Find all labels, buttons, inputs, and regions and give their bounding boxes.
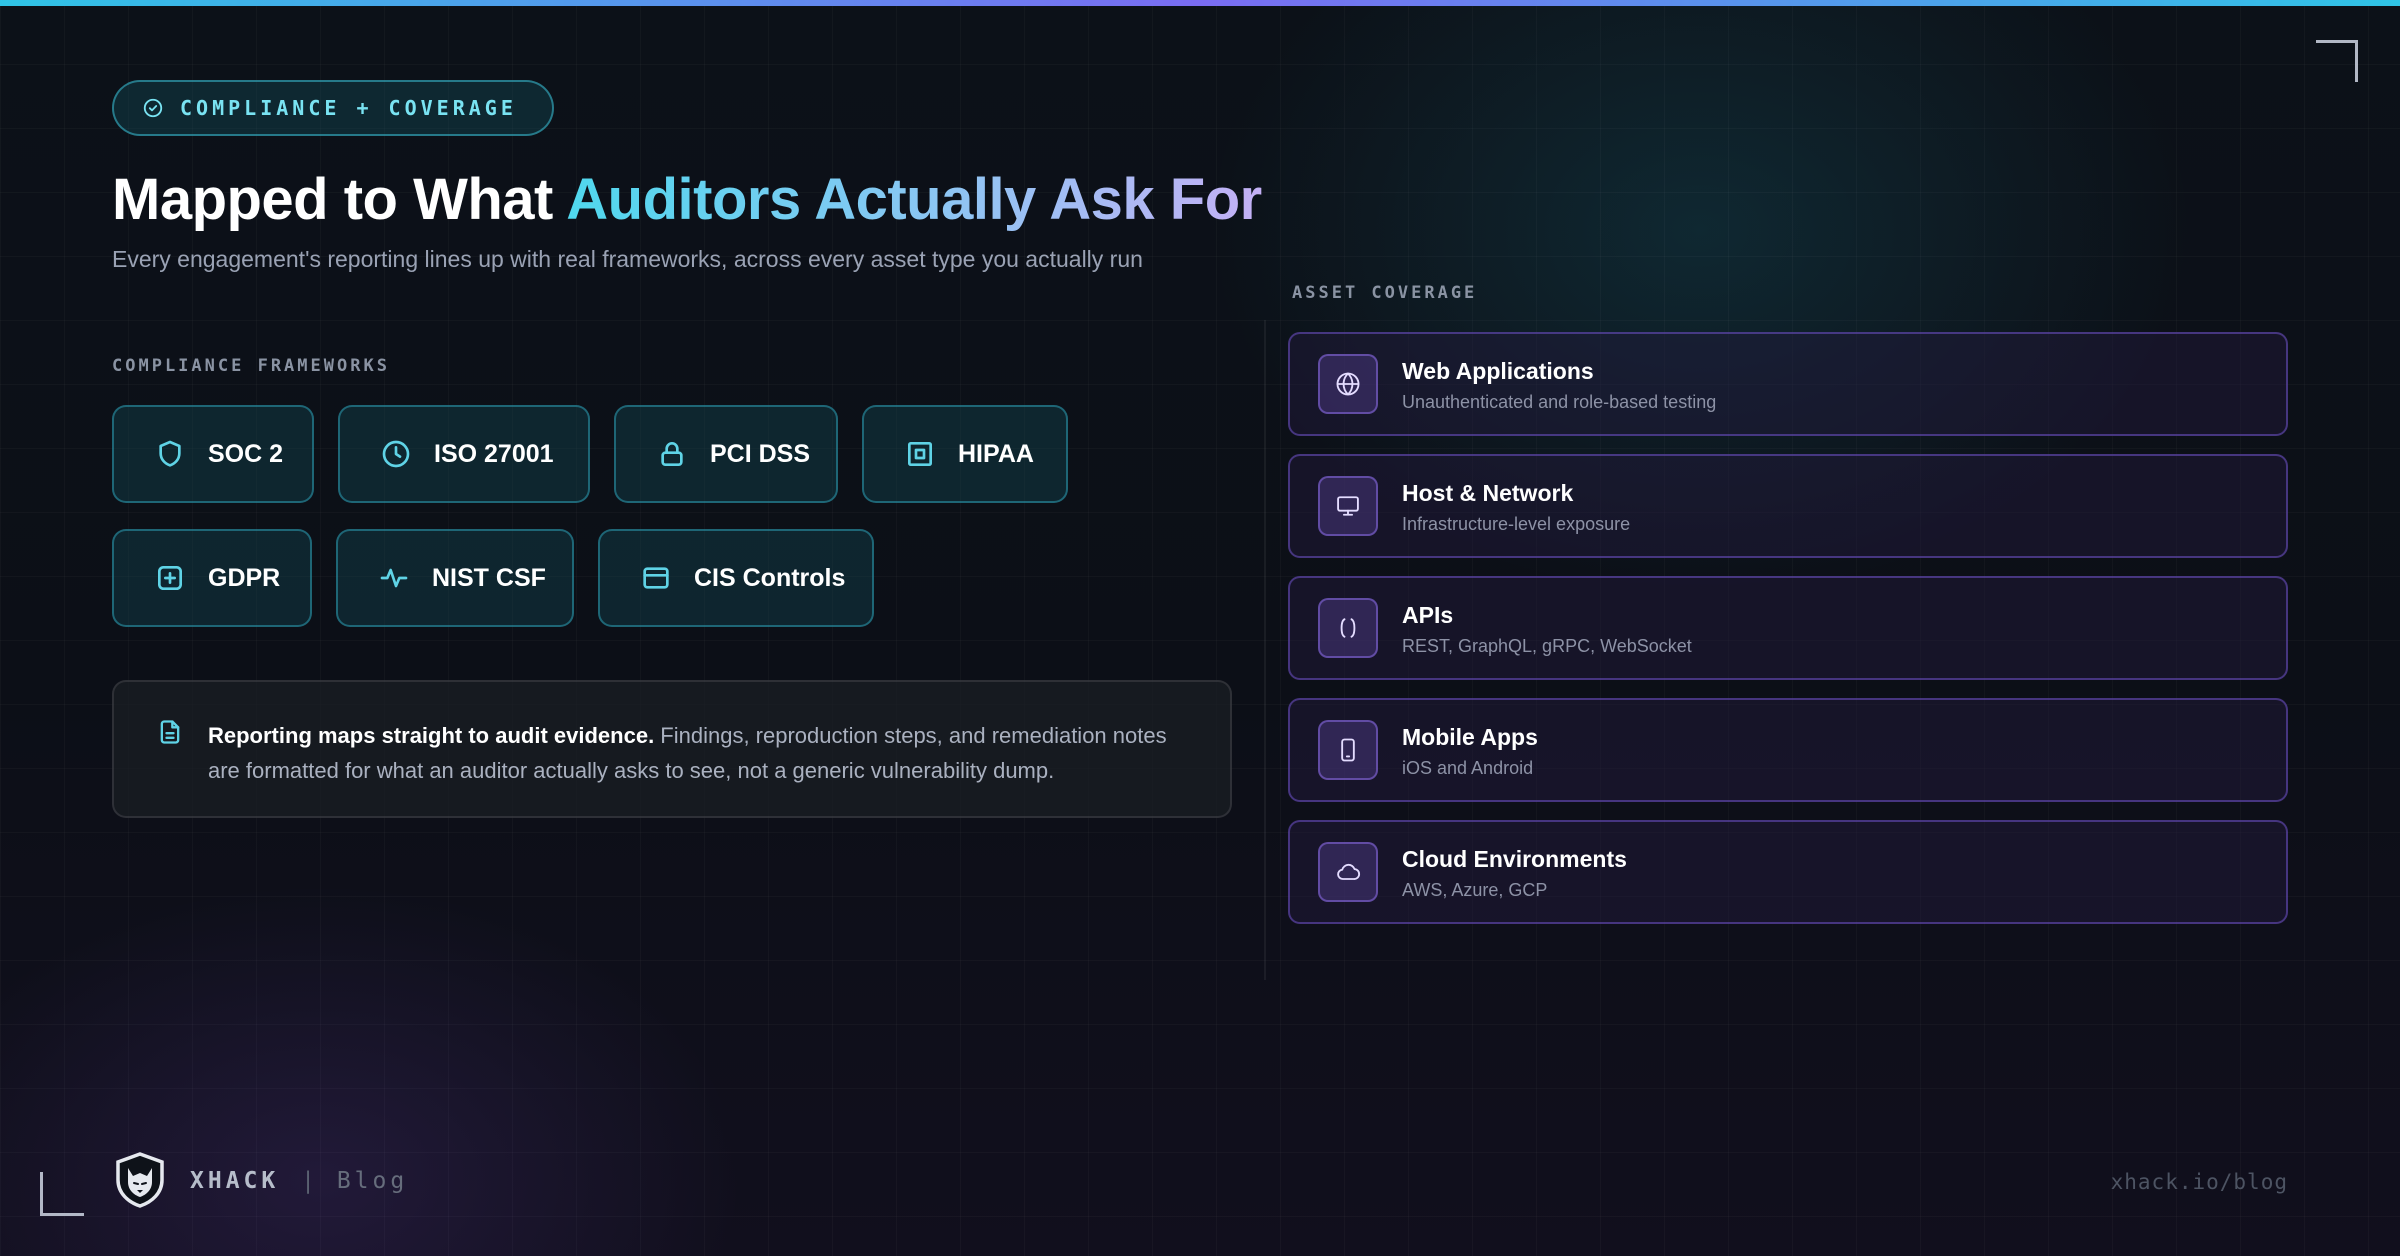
note-text: Reporting maps straight to audit evidenc… — [208, 718, 1170, 816]
asset-icon-box — [1318, 720, 1378, 780]
asset-icon-box — [1318, 476, 1378, 536]
frameworks-section-label: COMPLIANCE FRAMEWORKS — [112, 356, 390, 376]
asset-icon-box — [1318, 598, 1378, 658]
asset-icon-box — [1318, 842, 1378, 902]
section-badge: COMPLIANCE + COVERAGE — [112, 80, 554, 136]
asset-description: REST, GraphQL, gRPC, WebSocket — [1402, 636, 1692, 656]
note-lead: Reporting maps straight to audit evidenc… — [208, 723, 655, 748]
asset-description: Infrastructure-level exposure — [1402, 514, 1631, 534]
monitor-icon — [1337, 496, 1359, 516]
document-icon — [160, 720, 180, 744]
framework-chip-soc2: SOC 2 — [112, 405, 314, 503]
check-circle-icon — [143, 98, 163, 118]
lock-icon — [661, 442, 683, 466]
footer-url: xhack.io/blog — [2110, 1170, 2288, 1194]
asset-card-cloud-environments: Cloud Environments AWS, Azure, GCP — [1288, 820, 2288, 924]
page-title-accent: Auditors Actually Ask For — [566, 167, 1262, 232]
window-icon — [643, 567, 669, 589]
asset-card-mobile-apps: Mobile Apps iOS and Android — [1288, 698, 2288, 802]
framework-chip-label: GDPR — [208, 563, 281, 592]
asset-icon-box — [1318, 354, 1378, 414]
page-title: Mapped to What Auditors Actually Ask For — [112, 166, 1262, 233]
plus-square-icon — [158, 566, 182, 590]
asset-description: AWS, Azure, GCP — [1402, 880, 1548, 900]
column-divider — [1264, 320, 1266, 980]
framework-chip-hipaa: HIPAA — [862, 405, 1068, 503]
framework-chip-label: PCI DSS — [710, 439, 811, 468]
activity-icon — [380, 568, 408, 588]
asset-description: Unauthenticated and role-based testing — [1402, 392, 1717, 412]
asset-description: iOS and Android — [1402, 758, 1534, 778]
framework-chip-gdpr: GDPR — [112, 529, 312, 627]
cloud-icon — [1337, 863, 1361, 880]
asset-title: Cloud Environments — [1402, 846, 1627, 872]
globe-icon — [1336, 372, 1360, 396]
wolf-shield-icon — [116, 1152, 164, 1208]
badge-label: COMPLIANCE + COVERAGE — [180, 96, 517, 120]
asset-title: Mobile Apps — [1402, 724, 1538, 750]
asset-card-apis: APIs REST, GraphQL, gRPC, WebSocket — [1288, 576, 2288, 680]
top-accent-bar — [0, 0, 2400, 6]
assets-section-label: ASSET COVERAGE — [1292, 283, 1478, 303]
audit-evidence-note: Reporting maps straight to audit evidenc… — [112, 680, 1232, 818]
framework-chip-label: SOC 2 — [208, 439, 284, 468]
clock-icon — [382, 440, 410, 468]
corner-bracket-bottom-left — [40, 1172, 84, 1216]
asset-card-web-applications: Web Applications Unauthenticated and rol… — [1288, 332, 2288, 436]
asset-title: Host & Network — [1402, 480, 1574, 506]
asset-title: APIs — [1402, 602, 1454, 628]
framework-chip-nistcsf: NIST CSF — [336, 529, 574, 627]
framework-chip-label: CIS Controls — [694, 563, 846, 592]
asset-title: Web Applications — [1402, 358, 1594, 384]
corner-bracket-top-right — [2316, 40, 2358, 82]
brand-name: XHACK — [190, 1168, 280, 1194]
page-subtitle: Every engagement's reporting lines up wi… — [112, 246, 1143, 272]
framework-chip-iso27001: ISO 27001 — [338, 405, 590, 503]
framework-chip-label: NIST CSF — [432, 563, 546, 592]
page-title-prefix: Mapped to What — [112, 167, 567, 232]
framework-chip-label: ISO 27001 — [434, 439, 554, 468]
shield-icon — [159, 440, 181, 467]
framework-chip-ciscontrols: CIS Controls — [598, 529, 874, 627]
footer-brand: XHACK | Blog — [190, 1168, 408, 1194]
framework-chip-label: HIPAA — [958, 439, 1034, 468]
asset-card-host-network: Host & Network Infrastructure-level expo… — [1288, 454, 2288, 558]
brand-section: Blog — [336, 1168, 409, 1194]
framework-chip-pcidss: PCI DSS — [614, 405, 838, 503]
braces-icon — [1340, 618, 1356, 638]
square-target-icon — [908, 442, 932, 466]
smartphone-icon — [1341, 738, 1355, 762]
brand-separator: | — [301, 1168, 315, 1194]
